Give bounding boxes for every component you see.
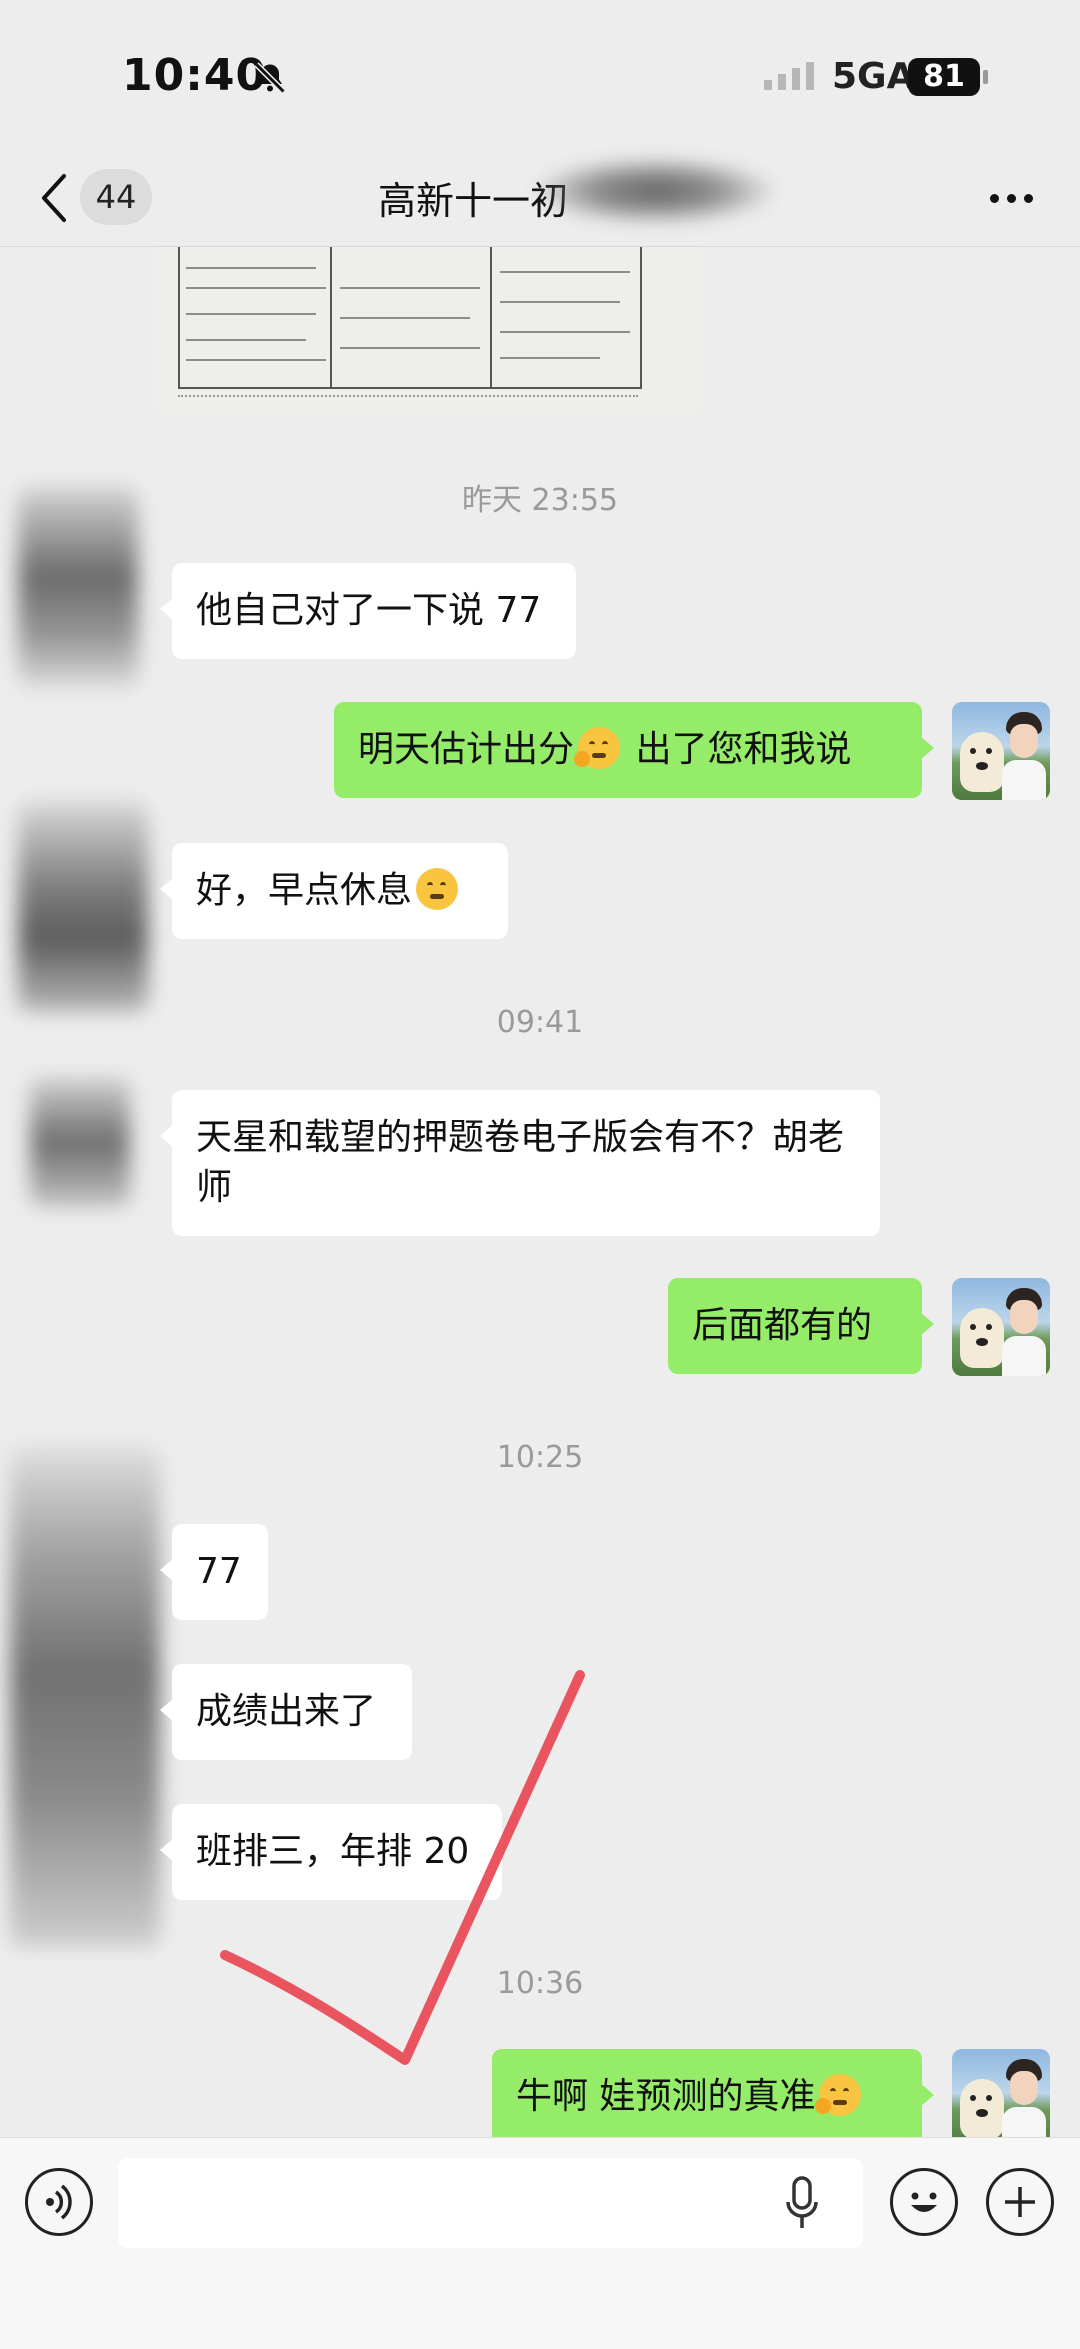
- redaction-blur: [530, 156, 780, 226]
- battery-indicator: 81: [908, 58, 988, 96]
- thinking-face-emoji: [815, 2074, 862, 2116]
- thinking-face-emoji: [574, 727, 621, 769]
- back-chevron-icon[interactable]: [38, 172, 70, 224]
- sleeping-face-emoji: [416, 868, 459, 910]
- message-text: 明天估计出分: [358, 729, 575, 770]
- signal-icon: [764, 62, 814, 90]
- chat-header: 44 高新十一初: [0, 150, 1080, 247]
- emoji-button[interactable]: [890, 2168, 958, 2236]
- contact-avatar[interactable]: [18, 487, 138, 687]
- my-avatar[interactable]: [952, 702, 1050, 800]
- message-bubble-incoming[interactable]: 天星和载望的押题卷电子版会有不？胡老师: [160, 1090, 880, 1236]
- timestamp: 09:41: [496, 1005, 584, 1040]
- message-bubble-outgoing[interactable]: 牛啊 娃预测的真准: [492, 2049, 934, 2137]
- more-options-icon[interactable]: [990, 190, 1034, 206]
- timestamp: 10:36: [496, 1966, 584, 2001]
- status-time: 10:40: [122, 50, 268, 101]
- voice-mode-button[interactable]: [25, 2168, 93, 2236]
- message-bubble-incoming[interactable]: 成绩出来了: [160, 1664, 412, 1760]
- message-text-input[interactable]: [118, 2158, 863, 2248]
- contact-avatar[interactable]: [30, 1077, 130, 1207]
- message-bubble-incoming[interactable]: 好，早点休息: [160, 843, 508, 939]
- smiley-icon: [911, 2192, 937, 2212]
- message-bubble-incoming[interactable]: 班排三，年排 20: [160, 1804, 502, 1900]
- timestamp: 10:25: [496, 1440, 584, 1475]
- message-bubble-outgoing[interactable]: 后面都有的: [668, 1278, 934, 1374]
- message-text: 出了您和我说: [624, 729, 852, 770]
- network-type: 5GA: [832, 56, 915, 97]
- plus-icon: [1005, 2187, 1035, 2217]
- contact-avatar[interactable]: [10, 1447, 160, 1947]
- my-avatar[interactable]: [952, 2049, 1050, 2137]
- my-avatar[interactable]: [952, 1278, 1050, 1376]
- unread-count-badge[interactable]: 44: [80, 169, 152, 225]
- message-bubble-incoming[interactable]: 77: [160, 1524, 268, 1620]
- voice-wave-icon: [46, 2184, 72, 2220]
- image-message[interactable]: [158, 247, 698, 415]
- microphone-icon[interactable]: [782, 2174, 822, 2234]
- message-text: 牛啊 娃预测的真准: [516, 2076, 816, 2117]
- message-bubble-outgoing[interactable]: 明天估计出分 出了您和我说: [334, 702, 934, 798]
- message-bubble-incoming[interactable]: 他自己对了一下说 77: [160, 563, 576, 659]
- bell-muted-icon: [254, 62, 286, 94]
- status-bar: 10:40 5GA 81: [0, 0, 1080, 150]
- contact-avatar[interactable]: [18, 802, 148, 1012]
- chat-messages[interactable]: 昨天 23:55 他自己对了一下说 77 明天估计出分 出了您和我说 好，早点休…: [0, 247, 1080, 2137]
- message-text: 好，早点休息: [196, 870, 413, 911]
- more-functions-button[interactable]: [986, 2168, 1054, 2236]
- message-input-bar: [0, 2137, 1080, 2349]
- timestamp: 昨天 23:55: [462, 483, 618, 518]
